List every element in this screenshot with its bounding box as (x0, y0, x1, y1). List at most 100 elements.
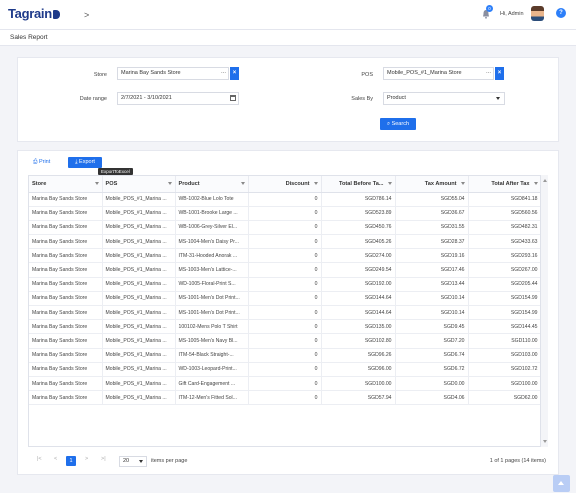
table-cell: Marina Bay Sands Store (29, 248, 103, 264)
page-size-select[interactable]: 20 (119, 456, 147, 467)
table-row[interactable]: Marina Bay Sands Store Mobile_POS_#1_Mari… (29, 248, 542, 264)
filter-icon[interactable] (460, 182, 465, 185)
table-row[interactable]: Marina Bay Sands Store Mobile_POS_#1_Mari… (29, 277, 542, 292)
table-cell: Mobile_POS_#1_Marina ... (102, 192, 176, 207)
table-row[interactable]: Marina Bay Sands Store Mobile_POS_#1_Mari… (29, 262, 542, 278)
column-header[interactable]: Total After Tax (468, 176, 542, 193)
table-cell: SGD293.16 (468, 248, 542, 264)
first-page-button[interactable]: |< (37, 456, 42, 462)
filter-icon[interactable] (240, 182, 245, 185)
store-label: Store (93, 72, 107, 78)
pos-clear-button[interactable]: × (495, 67, 504, 80)
table-cell: SGD57.94 (321, 390, 396, 406)
table-cell: SGD450.76 (321, 220, 396, 236)
table-row[interactable]: Marina Bay Sands Store Mobile_POS_#1_Mari… (29, 390, 542, 406)
table-cell: WD-1005-Floral-Print S... (175, 277, 249, 292)
export-tooltip: ExportToExcel (98, 168, 133, 175)
table-cell: Mobile_POS_#1_Marina ... (102, 390, 176, 406)
next-page-button[interactable]: > (85, 456, 88, 462)
date-range-field[interactable]: 2/7/2021 - 3/10/2021 (117, 92, 239, 105)
help-icon[interactable]: ? (556, 8, 566, 18)
date-range-label: Date range (79, 96, 107, 102)
store-field[interactable]: Marina Bay Sands Store (117, 67, 220, 80)
column-header[interactable]: Store (29, 176, 103, 193)
table-cell: Mobile_POS_#1_Marina ... (102, 277, 176, 292)
store-browse-button[interactable]: ... (219, 67, 229, 80)
pos-field[interactable]: Mobile_POS_#1_Marina Store (383, 67, 485, 80)
table-cell: SGD144.64 (321, 291, 396, 307)
filter-icon[interactable] (167, 182, 172, 185)
scroll-to-top-button[interactable] (553, 475, 570, 492)
table-cell: WD-1003-Leopard-Print... (175, 362, 249, 377)
table-cell: SGD13.44 (395, 277, 469, 292)
column-header-label: Total Before Ta... (338, 180, 384, 187)
filter-icon[interactable] (387, 182, 392, 185)
column-header[interactable]: Discount (248, 176, 322, 193)
user-greeting[interactable]: Hi, Admin (500, 11, 524, 17)
table-row[interactable]: Marina Bay Sands Store Mobile_POS_#1_Mari… (29, 348, 542, 363)
pos-browse-button[interactable]: ... (484, 67, 494, 80)
table-row[interactable]: Marina Bay Sands Store Mobile_POS_#1_Mari… (29, 376, 542, 392)
last-page-button[interactable]: >| (101, 456, 106, 462)
table-cell: Marina Bay Sands Store (29, 305, 103, 321)
table-cell: SGD523.89 (321, 206, 396, 221)
table-cell: SGD96.26 (321, 348, 396, 363)
filter-icon[interactable] (313, 182, 318, 185)
scroll-up-icon[interactable] (543, 179, 547, 182)
column-header[interactable]: POS (102, 176, 176, 193)
prev-page-button[interactable]: < (54, 456, 57, 462)
table-row[interactable]: Marina Bay Sands Store Mobile_POS_#1_Mari… (29, 362, 542, 377)
sidebar-toggle-icon[interactable]: > (84, 10, 89, 20)
column-header[interactable]: Tax Amount (395, 176, 469, 193)
pos-label: POS (361, 72, 373, 78)
table-cell: Gift Card-Engagement ... (175, 376, 249, 392)
chevron-down-icon (139, 460, 143, 463)
table-cell: SGD0.00 (395, 376, 469, 392)
table-row[interactable]: Marina Bay Sands Store Mobile_POS_#1_Mari… (29, 319, 542, 335)
table-cell: SGD7.20 (395, 333, 469, 349)
table-row[interactable]: Marina Bay Sands Store Mobile_POS_#1_Mari… (29, 333, 542, 349)
table-cell: Mobile_POS_#1_Marina ... (102, 376, 176, 392)
table-cell: 0 (248, 206, 322, 221)
table-cell: WB-1001-Brooke Large ... (175, 206, 249, 221)
table-cell: 0 (248, 277, 322, 292)
column-header[interactable]: Total Before Ta... (321, 176, 396, 193)
table-cell: SGD154.99 (468, 305, 542, 321)
calendar-icon[interactable] (230, 95, 236, 101)
column-header[interactable]: Product (175, 176, 249, 193)
export-button[interactable]: ⤓ Export (68, 157, 102, 168)
table-cell: SGD560.56 (468, 206, 542, 221)
table-cell: Mobile_POS_#1_Marina ... (102, 291, 176, 307)
filter-icon[interactable] (94, 182, 99, 185)
sales-by-select[interactable]: Product (383, 92, 505, 105)
page-info: 1 of 1 pages (14 items) (489, 458, 546, 464)
search-button[interactable]: ⌕ Search (380, 118, 416, 130)
avatar[interactable] (531, 6, 544, 21)
store-clear-button[interactable]: × (230, 67, 239, 80)
page-1-button[interactable]: 1 (66, 456, 76, 466)
scroll-down-icon[interactable] (543, 440, 547, 443)
brand-logo[interactable]: Tagrain (8, 6, 60, 21)
table-cell: SGD274.00 (321, 248, 396, 264)
table-cell: SGD841.18 (468, 192, 542, 207)
table-row[interactable]: Marina Bay Sands Store Mobile_POS_#1_Mari… (29, 305, 542, 321)
vertical-scrollbar[interactable] (540, 175, 548, 447)
table-cell: WB-1002-Blue Lolo Tote (175, 192, 249, 207)
table-cell: WB-1006-Grey-Silver El... (175, 220, 249, 236)
table-row[interactable]: Marina Bay Sands Store Mobile_POS_#1_Mari… (29, 234, 542, 250)
table-cell: Marina Bay Sands Store (29, 277, 103, 292)
table-row[interactable]: Marina Bay Sands Store Mobile_POS_#1_Mari… (29, 206, 542, 221)
table-cell: 0 (248, 248, 322, 264)
table-cell: Mobile_POS_#1_Marina ... (102, 234, 176, 250)
print-button[interactable]: ⎙ Print (33, 157, 50, 168)
filter-icon[interactable] (533, 182, 538, 185)
table-cell: Marina Bay Sands Store (29, 376, 103, 392)
column-header-label: Tax Amount (424, 180, 457, 187)
chevron-down-icon[interactable] (496, 97, 500, 100)
table-row[interactable]: Marina Bay Sands Store Mobile_POS_#1_Mari… (29, 192, 542, 207)
table-row[interactable]: Marina Bay Sands Store Mobile_POS_#1_Mari… (29, 291, 542, 307)
table-cell: SGD192.00 (321, 277, 396, 292)
table-cell: SGD96.00 (321, 362, 396, 377)
table-row[interactable]: Marina Bay Sands Store Mobile_POS_#1_Mari… (29, 220, 542, 236)
table-cell: SGD154.99 (468, 291, 542, 307)
